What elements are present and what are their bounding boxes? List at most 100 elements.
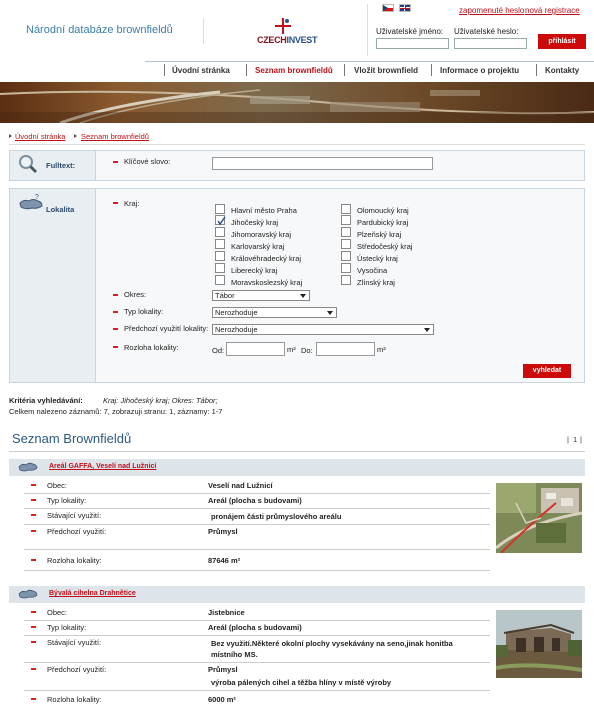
size-unit: m² bbox=[377, 345, 386, 354]
row-value: Průmysl bbox=[208, 527, 238, 536]
region-checkbox[interactable] bbox=[341, 251, 351, 261]
bullet bbox=[31, 499, 36, 501]
type-select[interactable]: Nerozhoduje bbox=[212, 307, 337, 318]
bullet bbox=[31, 484, 36, 486]
type-select-value: Nerozhoduje bbox=[215, 308, 258, 317]
row-value: Areál (plocha s budovami) bbox=[208, 496, 302, 505]
row-divider bbox=[24, 662, 490, 663]
nav-item-add-brownfield[interactable]: Vložit brownfield bbox=[354, 66, 418, 75]
row-label: Rozloha lokality: bbox=[47, 556, 102, 565]
size-to-input[interactable] bbox=[316, 342, 375, 356]
row-label: Předchozí využití: bbox=[47, 665, 107, 674]
nav-item-project-info[interactable]: Informace o projektu bbox=[440, 66, 519, 75]
nav-separator bbox=[246, 64, 247, 76]
nav-separator bbox=[536, 64, 537, 76]
row-value-secondary: výroba pálených cihel a těžba hlíny v mí… bbox=[211, 678, 392, 687]
nav-top-line bbox=[145, 61, 594, 62]
breadcrumb-current[interactable]: Seznam brownfieldů bbox=[81, 132, 149, 141]
row-value: 6000 m² bbox=[208, 695, 236, 704]
region-option: Středočeský kraj bbox=[357, 242, 413, 251]
bullet bbox=[113, 346, 118, 348]
region-option: Olomoucký kraj bbox=[357, 206, 409, 215]
row-label: Stávající využití: bbox=[47, 638, 102, 647]
login-button[interactable]: přihlásit bbox=[538, 34, 586, 49]
nav-item-brownfield-list[interactable]: Seznam brownfieldů bbox=[255, 66, 333, 75]
locality-panel-side bbox=[10, 189, 96, 382]
district-label: Okres: bbox=[124, 290, 147, 299]
row-label: Stávající využití: bbox=[47, 511, 102, 520]
site-thumbnail-photo[interactable] bbox=[496, 610, 582, 678]
pager-page-1[interactable]: 1 bbox=[573, 435, 577, 444]
size-from-label: Od: bbox=[212, 346, 225, 355]
row-divider bbox=[24, 635, 490, 636]
criteria-text: Kraj: Jihočeský kraj; Okres: Tábor; bbox=[103, 396, 218, 405]
password-input[interactable] bbox=[454, 38, 527, 49]
czech-flag-icon[interactable] bbox=[382, 4, 394, 12]
site-thumbnail-map[interactable] bbox=[496, 483, 582, 553]
chevron-down-icon bbox=[424, 328, 430, 332]
nav-item-contacts[interactable]: Kontakty bbox=[545, 66, 579, 75]
region-option: Pardubický kraj bbox=[357, 218, 409, 227]
breadcrumb-arrow-icon bbox=[9, 134, 12, 138]
region-checkbox[interactable] bbox=[215, 204, 225, 214]
row-value: Bez využití.Některé okolní plochy vyseká… bbox=[211, 639, 453, 659]
region-checkbox[interactable] bbox=[341, 239, 351, 249]
password-label: Uživatelské heslo: bbox=[454, 27, 519, 36]
aerial-banner-image bbox=[0, 82, 594, 123]
bullet bbox=[31, 641, 36, 643]
nav-item-home[interactable]: Úvodní stránka bbox=[172, 66, 230, 75]
new-registration-link[interactable]: nová registrace bbox=[525, 6, 580, 15]
region-checkbox[interactable] bbox=[215, 227, 225, 237]
login-divider bbox=[367, 4, 368, 56]
username-input[interactable] bbox=[376, 38, 449, 49]
list-title: Seznam Brownfieldů bbox=[12, 431, 132, 446]
region-option: Moravskoslezský kraj bbox=[231, 278, 303, 287]
search-button[interactable]: vyhledat bbox=[523, 364, 571, 378]
region-checkbox[interactable] bbox=[341, 275, 351, 285]
region-option: Hlavní město Praha bbox=[231, 206, 297, 215]
previous-use-select[interactable]: Nerozhoduje bbox=[212, 324, 434, 335]
username-label: Uživatelské jméno: bbox=[376, 27, 444, 36]
previous-use-label: Předchozí využití lokality: bbox=[124, 324, 209, 333]
region-checkbox[interactable] bbox=[215, 275, 225, 285]
row-divider bbox=[24, 570, 490, 571]
region-option: Jihomoravský kraj bbox=[231, 230, 292, 239]
svg-text:?: ? bbox=[35, 194, 39, 201]
region-checkbox[interactable] bbox=[341, 204, 351, 214]
keyword-input[interactable] bbox=[212, 157, 433, 170]
region-checkbox[interactable] bbox=[215, 263, 225, 273]
row-value: 87646 m² bbox=[208, 556, 241, 565]
list-item-title-link[interactable]: Bývalá cihelna Drahnětice bbox=[49, 590, 136, 597]
region-option: Jihočeský kraj bbox=[231, 218, 279, 227]
site-title[interactable]: Národní databáze brownfieldů bbox=[26, 24, 173, 36]
bullet bbox=[31, 668, 36, 670]
bullet bbox=[113, 311, 118, 313]
divider bbox=[9, 451, 585, 452]
size-from-input[interactable] bbox=[226, 342, 285, 356]
region-option: Karlovarský kraj bbox=[231, 242, 285, 251]
breadcrumb-home[interactable]: Úvodní stránka bbox=[15, 132, 65, 141]
nav-separator bbox=[164, 64, 165, 76]
region-checkbox-checked[interactable] bbox=[215, 215, 226, 226]
forgot-password-link[interactable]: zapomenuté heslo bbox=[459, 6, 524, 15]
row-divider bbox=[24, 508, 490, 509]
previous-use-select-value: Nerozhoduje bbox=[215, 325, 258, 334]
region-checkbox[interactable] bbox=[341, 215, 351, 225]
region-checkbox[interactable] bbox=[341, 263, 351, 273]
list-item-title-link[interactable]: Areál GAFFA, Veselí nad Lužnicí bbox=[49, 463, 156, 470]
chevron-down-icon bbox=[300, 294, 306, 298]
district-select[interactable]: Tábor bbox=[212, 290, 310, 301]
nav-separator bbox=[344, 64, 345, 76]
row-label: Obec: bbox=[47, 481, 68, 490]
logo-text: CZECHINVEST bbox=[257, 35, 318, 45]
map-region-icon bbox=[18, 462, 38, 472]
criteria-label: Kritéria vyhledávání: bbox=[9, 396, 83, 405]
row-divider bbox=[24, 493, 490, 494]
region-checkbox[interactable] bbox=[215, 251, 225, 261]
results-summary: Celkem nalezeno záznamů: 7, zobrazuji st… bbox=[9, 407, 223, 416]
english-flag-icon[interactable] bbox=[399, 4, 411, 12]
bullet bbox=[113, 294, 118, 296]
region-option: Zlínský kraj bbox=[357, 278, 395, 287]
region-checkbox[interactable] bbox=[341, 227, 351, 237]
region-checkbox[interactable] bbox=[215, 239, 225, 249]
